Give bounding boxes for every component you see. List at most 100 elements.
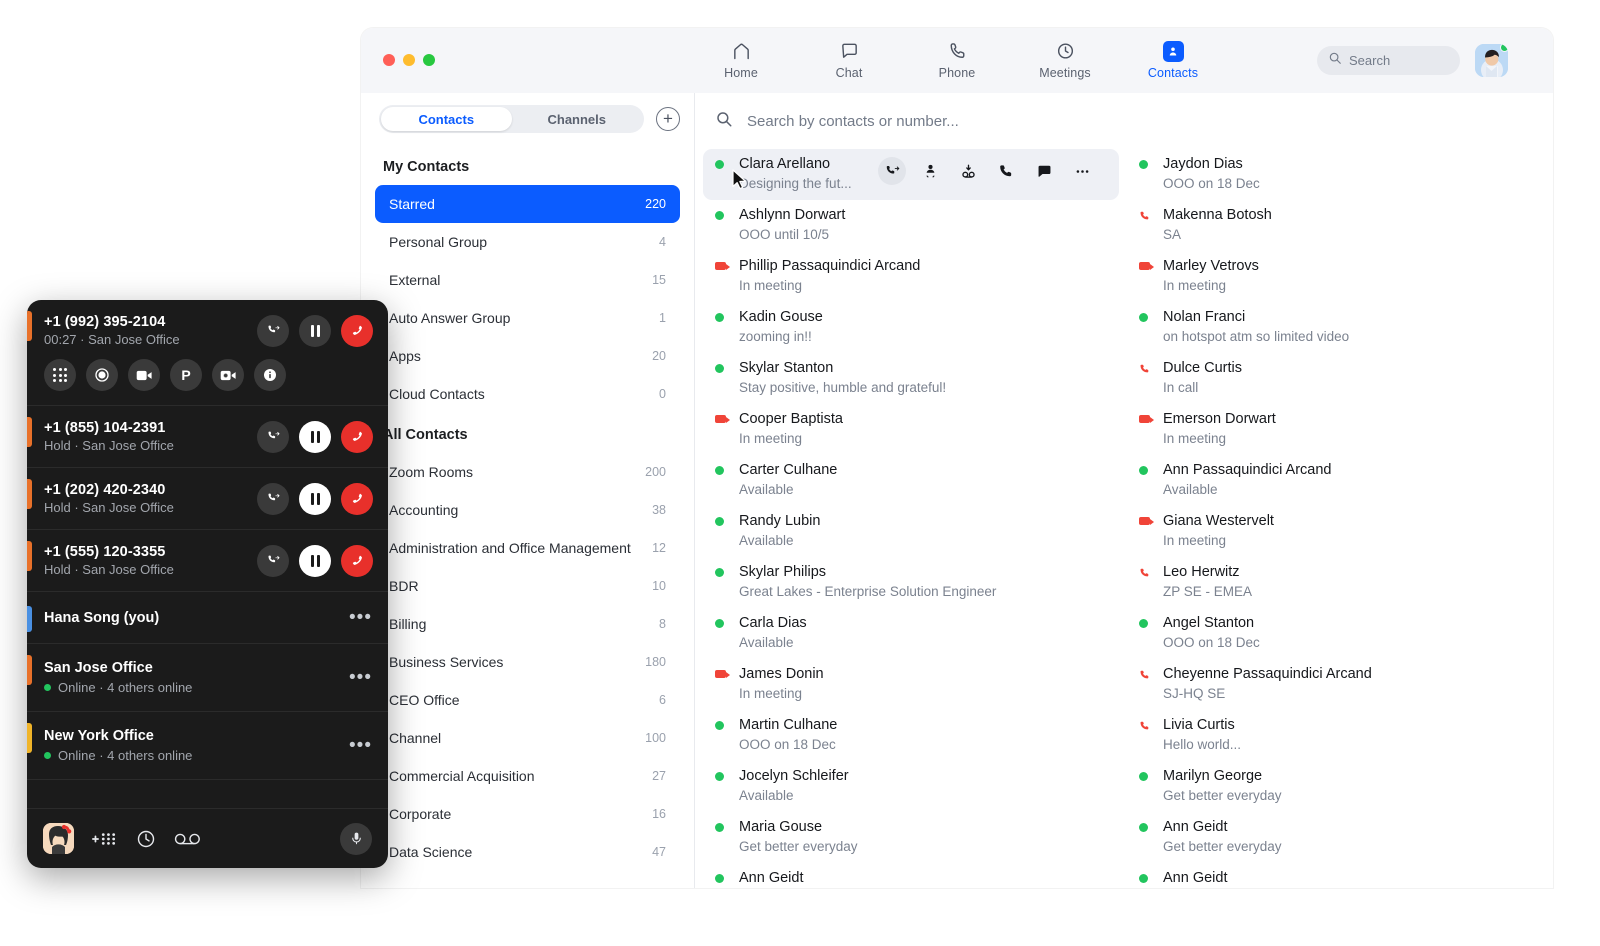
sidebar-item-auto-answer-group[interactable]: Auto Answer Group 1 (375, 299, 680, 337)
end-call-icon[interactable] (341, 483, 373, 515)
more-horizontal-icon[interactable]: ••• (349, 736, 372, 755)
sidebar-scroll[interactable]: My Contacts Starred 220 Personal Group 4… (361, 145, 694, 888)
invite-person-icon[interactable] (916, 157, 944, 185)
more-horizontal-icon[interactable]: ••• (349, 608, 372, 627)
end-call-icon[interactable] (341, 545, 373, 577)
sidebar-item-business-services[interactable]: Business Services 180 (375, 643, 680, 681)
transfer-call-icon[interactable] (257, 483, 289, 515)
nav-item-contacts[interactable]: Contacts (1135, 41, 1211, 80)
transfer-call-icon[interactable] (257, 545, 289, 577)
contacts-search-input[interactable]: Search by contacts or number... (695, 93, 1553, 149)
sidebar-item-cloud-contacts[interactable]: Cloud Contacts 0 (375, 375, 680, 413)
pause-icon[interactable] (299, 315, 331, 347)
contact-row[interactable]: Leo HerwitzZP SE - EMEA (1127, 557, 1543, 608)
contact-row[interactable]: Carter CulhaneAvailable (703, 455, 1119, 506)
sidebar-item-bdr[interactable]: BDR 10 (375, 567, 680, 605)
pause-icon[interactable] (299, 421, 331, 453)
global-search-input[interactable]: Search (1317, 46, 1460, 75)
more-horizontal-icon[interactable]: ••• (349, 668, 372, 687)
call-forward-icon[interactable] (878, 157, 906, 185)
info-icon[interactable] (254, 359, 286, 391)
park-call-icon[interactable] (954, 157, 982, 185)
contact-row[interactable]: Jocelyn SchleiferAvailable (703, 761, 1119, 812)
contact-row[interactable]: Marley VetrovsIn meeting (1127, 251, 1543, 302)
contact-row[interactable]: Nolan Francion hotspot atm so limited vi… (1127, 302, 1543, 353)
contact-row[interactable]: Cheyenne Passaquindici ArcandSJ-HQ SE (1127, 659, 1543, 710)
sidebar-item-ceo-office[interactable]: CEO Office 6 (375, 681, 680, 719)
more-horizontal-icon[interactable] (1068, 157, 1096, 185)
call-row[interactable]: +1 (202) 420-2340 Hold · San Jose Office (27, 468, 388, 530)
sidebar-item-apps[interactable]: Apps 20 (375, 337, 680, 375)
add-video-icon[interactable] (212, 359, 244, 391)
plus-circle-icon[interactable]: + (656, 107, 680, 131)
chat-bubble-icon[interactable] (1030, 157, 1058, 185)
contact-row[interactable]: Ann Passaquindici ArcandAvailable (1127, 455, 1543, 506)
transfer-call-icon[interactable] (257, 315, 289, 347)
pause-icon[interactable] (299, 483, 331, 515)
tab-contacts[interactable]: Contacts (381, 107, 512, 131)
contact-row[interactable]: Ashlynn DorwartOOO until 10/5 (703, 200, 1119, 251)
record-icon[interactable] (86, 359, 118, 391)
call-row[interactable]: +1 (992) 395-2104 00:27 · San Jose Offic… (27, 300, 388, 406)
end-call-icon[interactable] (341, 421, 373, 453)
contact-row[interactable]: Giana WesterveltIn meeting (1127, 506, 1543, 557)
contact-row[interactable]: Maria GouseGet better everyday (703, 812, 1119, 863)
history-clock-icon[interactable] (136, 829, 156, 849)
sidebar-item-zoom-rooms[interactable]: Zoom Rooms 200 (375, 453, 680, 491)
call-entity-row[interactable]: New York Office Online · 4 others online… (27, 712, 388, 780)
end-call-icon[interactable] (341, 315, 373, 347)
sidebar-item-starred[interactable]: Starred 220 (375, 185, 680, 223)
contact-row[interactable]: Ann Geidt (703, 863, 1119, 888)
contact-row[interactable]: Ann Geidt (1127, 863, 1543, 888)
contact-row[interactable]: Angel StantonOOO on 18 Dec (1127, 608, 1543, 659)
contact-row[interactable]: Jaydon DiasOOO on 18 Dec (1127, 149, 1543, 200)
user-avatar-on-call[interactable] (43, 823, 74, 854)
contact-row[interactable]: Martin CulhaneOOO on 18 Dec (703, 710, 1119, 761)
transfer-call-icon[interactable] (257, 421, 289, 453)
sidebar-item-external[interactable]: External 15 (375, 261, 680, 299)
sidebar-item-commercial-acquisition[interactable]: Commercial Acquisition 27 (375, 757, 680, 795)
contact-row[interactable]: Carla DiasAvailable (703, 608, 1119, 659)
call-entity-row[interactable]: San Jose Office Online · 4 others online… (27, 644, 388, 712)
sidebar-item-label: Cloud Contacts (389, 386, 485, 402)
contact-row[interactable]: Skylar PhilipsGreat Lakes - Enterprise S… (703, 557, 1119, 608)
contact-row[interactable]: Marilyn GeorgeGet better everyday (1127, 761, 1543, 812)
call-row[interactable]: +1 (855) 104-2391 Hold · San Jose Office (27, 406, 388, 468)
contact-row[interactable]: Makenna BotoshSA (1127, 200, 1543, 251)
sidebar-item-count: 180 (645, 655, 666, 669)
park-p-icon[interactable]: P (170, 359, 202, 391)
nav-item-home[interactable]: Home (703, 41, 779, 80)
sidebar-item-administration-and-office-management[interactable]: Administration and Office Management 12 (375, 529, 680, 567)
contact-row[interactable]: Ann GeidtGet better everyday (1127, 812, 1543, 863)
video-icon[interactable] (128, 359, 160, 391)
contact-row[interactable]: Randy LubinAvailable (703, 506, 1119, 557)
nav-item-meetings[interactable]: Meetings (1027, 41, 1103, 80)
contact-row[interactable]: Cooper BaptistaIn meeting (703, 404, 1119, 455)
contact-row[interactable]: Kadin Gousezooming in!! (703, 302, 1119, 353)
sidebar-item-accounting[interactable]: Accounting 38 (375, 491, 680, 529)
contact-row[interactable]: Phillip Passaquindici ArcandIn meeting (703, 251, 1119, 302)
call-entity-row[interactable]: Hana Song (you) ••• (27, 592, 388, 644)
voicemail-icon[interactable] (174, 831, 202, 847)
sidebar-item-data-science[interactable]: Data Science 47 (375, 833, 680, 871)
pause-icon[interactable] (299, 545, 331, 577)
keypad-icon[interactable] (44, 359, 76, 391)
contact-row[interactable]: Emerson DorwartIn meeting (1127, 404, 1543, 455)
avatar[interactable] (1475, 44, 1508, 77)
add-keypad-icon[interactable] (92, 831, 118, 847)
contact-row[interactable]: Clara ArellanoDesigning the fut... (703, 149, 1119, 200)
nav-item-phone[interactable]: Phone (919, 41, 995, 80)
microphone-icon[interactable] (340, 823, 372, 855)
contact-row[interactable]: James DoninIn meeting (703, 659, 1119, 710)
sidebar-item-corporate[interactable]: Corporate 16 (375, 795, 680, 833)
contact-row[interactable]: Skylar StantonStay positive, humble and … (703, 353, 1119, 404)
tab-channels[interactable]: Channels (512, 107, 643, 131)
nav-item-chat[interactable]: Chat (811, 41, 887, 80)
contact-row[interactable]: Livia CurtisHello world... (1127, 710, 1543, 761)
sidebar-item-channel[interactable]: Channel 100 (375, 719, 680, 757)
sidebar-item-personal-group[interactable]: Personal Group 4 (375, 223, 680, 261)
phone-icon[interactable] (992, 157, 1020, 185)
sidebar-item-billing[interactable]: Billing 8 (375, 605, 680, 643)
contact-row[interactable]: Dulce CurtisIn call (1127, 353, 1543, 404)
call-row[interactable]: +1 (555) 120-3355 Hold · San Jose Office (27, 530, 388, 592)
